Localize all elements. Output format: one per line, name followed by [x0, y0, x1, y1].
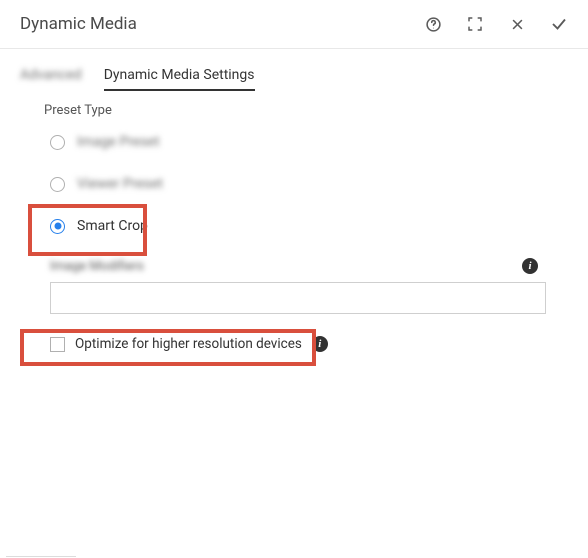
info-icon[interactable]: i	[522, 258, 538, 274]
optimize-label: Optimize for higher resolution devices	[75, 336, 302, 352]
checkbox-icon	[50, 337, 65, 352]
dialog-header: Dynamic Media	[0, 0, 588, 49]
preset-type-radio-group: Image Preset Viewer Preset Smart Crop	[50, 132, 568, 236]
header-actions	[424, 15, 568, 33]
help-icon[interactable]	[424, 15, 442, 33]
preset-type-label: Preset Type	[44, 103, 568, 118]
radio-image-preset[interactable]: Image Preset	[50, 132, 568, 152]
fullscreen-icon[interactable]	[466, 15, 484, 33]
radio-label-image-preset: Image Preset	[77, 134, 160, 150]
confirm-icon[interactable]	[550, 15, 568, 33]
tab-advanced[interactable]: Advanced	[20, 67, 82, 91]
radio-label-smart-crop: Smart Crop	[77, 218, 148, 234]
tab-dynamic-media-settings[interactable]: Dynamic Media Settings	[104, 67, 255, 91]
image-modifiers-input[interactable]	[50, 282, 546, 314]
close-icon[interactable]	[508, 15, 526, 33]
radio-icon	[50, 177, 65, 192]
radio-icon	[50, 135, 65, 150]
dialog-content: Advanced Dynamic Media Settings Preset T…	[0, 49, 588, 376]
image-modifiers-label: Image Modifiers	[50, 259, 144, 274]
radio-label-viewer-preset: Viewer Preset	[77, 176, 163, 192]
info-icon[interactable]: i	[312, 336, 328, 352]
image-modifiers-row: Image Modifiers i	[50, 258, 538, 274]
radio-smart-crop[interactable]: Smart Crop	[50, 216, 568, 236]
optimize-checkbox-row[interactable]: Optimize for higher resolution devices i	[50, 330, 568, 358]
radio-viewer-preset[interactable]: Viewer Preset	[50, 174, 568, 194]
radio-icon	[50, 219, 65, 234]
tabs: Advanced Dynamic Media Settings	[20, 67, 568, 91]
dialog-title: Dynamic Media	[20, 14, 137, 34]
bottom-divider	[6, 556, 76, 557]
